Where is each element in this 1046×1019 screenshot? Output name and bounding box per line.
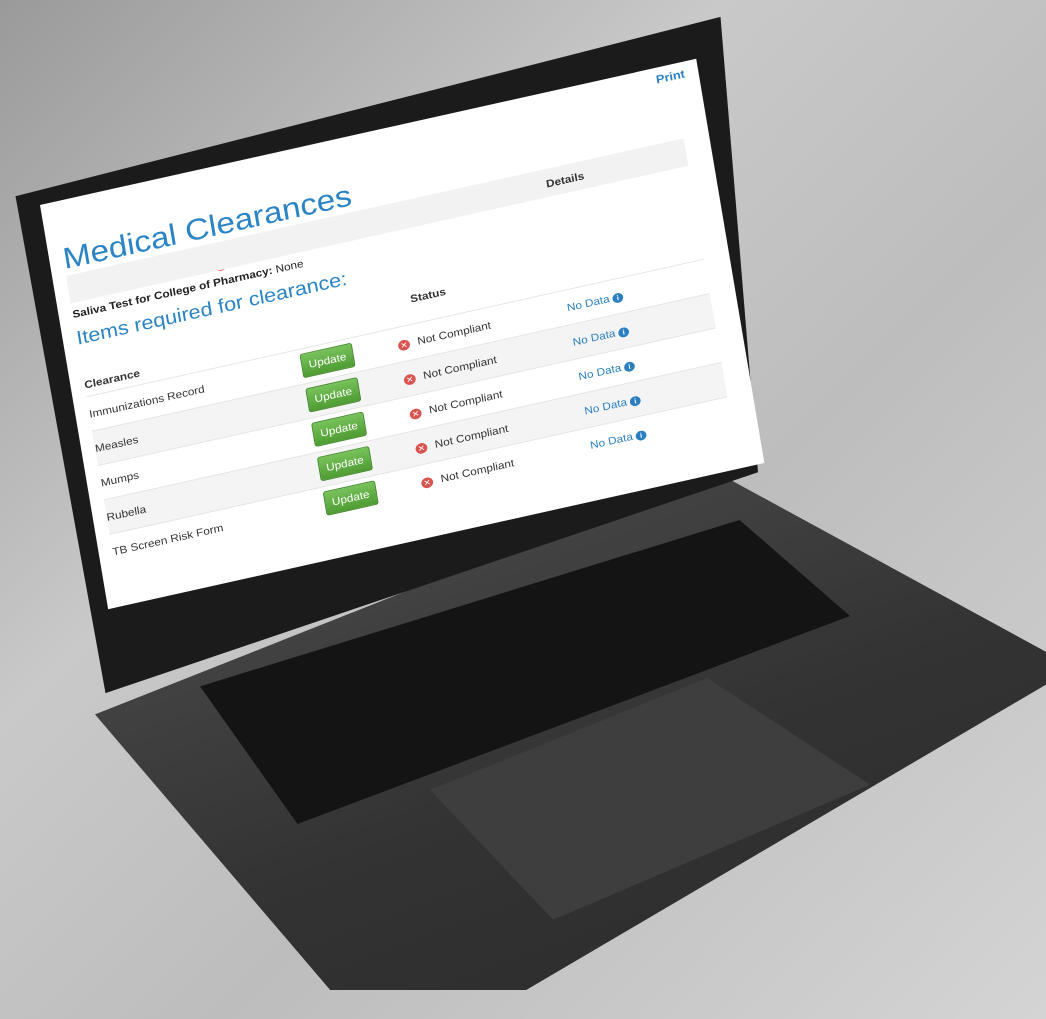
details-text[interactable]: No Data bbox=[583, 396, 628, 418]
details-text[interactable]: No Data bbox=[589, 430, 634, 452]
x-circle-icon: ✕ bbox=[414, 441, 429, 455]
details-text[interactable]: No Data bbox=[572, 327, 617, 349]
x-circle-icon: ✕ bbox=[408, 407, 423, 421]
status-text: Not Compliant bbox=[439, 456, 516, 485]
info-icon[interactable]: i bbox=[623, 360, 636, 373]
x-circle-icon: ✕ bbox=[420, 476, 434, 490]
details-link[interactable]: No Data i bbox=[572, 324, 630, 349]
column-header-status: Status bbox=[409, 285, 447, 306]
photo-scene: Print Medical Clearances Overall Clearan… bbox=[0, 0, 1046, 1019]
x-circle-icon: ✕ bbox=[403, 372, 417, 386]
info-icon[interactable]: i bbox=[611, 292, 625, 304]
info-icon[interactable]: i bbox=[629, 395, 642, 408]
details-link[interactable]: No Data i bbox=[583, 393, 642, 418]
x-circle-icon: ✕ bbox=[397, 338, 411, 352]
update-button[interactable]: Update bbox=[322, 480, 379, 516]
details-text[interactable]: No Data bbox=[578, 361, 623, 383]
clearance-table: Details Status Clearance Immunizations R… bbox=[65, 138, 734, 570]
details-text[interactable]: No Data bbox=[566, 292, 611, 314]
clearance-name: Mumps bbox=[99, 468, 140, 490]
clearance-name: Rubella bbox=[105, 502, 148, 524]
details-link[interactable]: No Data i bbox=[566, 289, 625, 314]
info-icon[interactable]: i bbox=[635, 429, 648, 442]
details-link[interactable]: No Data i bbox=[578, 358, 636, 383]
clearance-name: Measles bbox=[94, 433, 140, 455]
status-cell: ✕ Not Compliant bbox=[420, 457, 515, 490]
print-link[interactable]: Print bbox=[655, 67, 686, 86]
info-icon[interactable]: i bbox=[617, 326, 630, 339]
saliva-value: None bbox=[274, 257, 305, 276]
details-link[interactable]: No Data i bbox=[589, 427, 648, 452]
